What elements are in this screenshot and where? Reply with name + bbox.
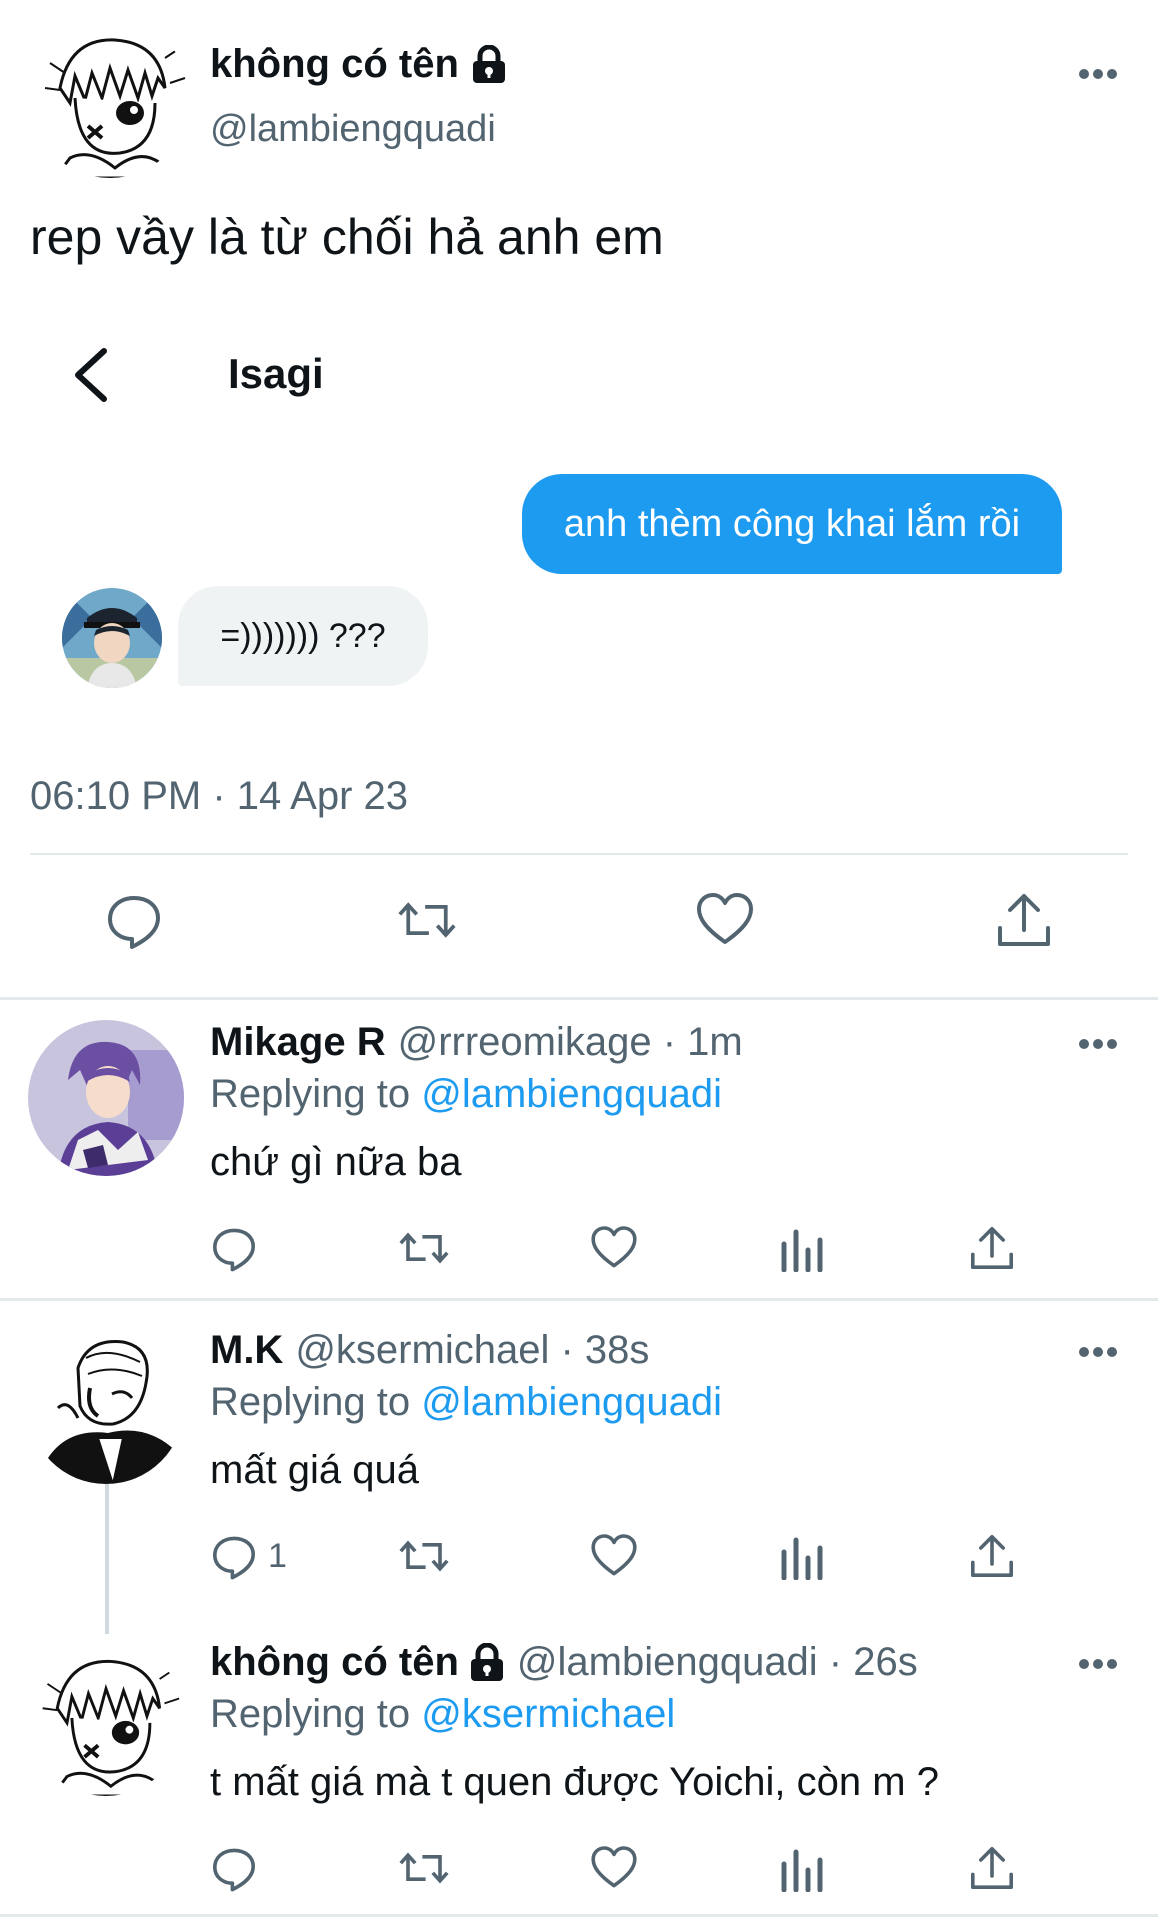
reply-header: không có tên @lambiengquadi · 26s: [210, 1640, 918, 1685]
share-icon[interactable]: [968, 1220, 1016, 1276]
reply-display-name[interactable]: không có tên: [210, 1640, 459, 1685]
replying-mention[interactable]: @lambiengquadi: [421, 1380, 722, 1424]
reply-text: chứ gì nữa ba: [210, 1140, 462, 1184]
like-icon[interactable]: [695, 890, 755, 950]
retweet-icon[interactable]: [398, 1840, 450, 1896]
share-icon[interactable]: [994, 890, 1054, 950]
dm-title: Isagi: [228, 350, 324, 397]
reply-handle-time[interactable]: @ksermichael · 38s: [295, 1328, 649, 1373]
reply-handle-time[interactable]: @lambiengquadi · 26s: [517, 1640, 918, 1685]
retweet-icon[interactable]: [398, 1220, 450, 1276]
more-icon[interactable]: [1078, 68, 1118, 80]
main-tweet: không có tên @lambiengquadi rep vầy là t…: [0, 0, 1158, 997]
author-name-row[interactable]: không có tên: [210, 42, 507, 87]
reply-handle-time[interactable]: @rrreomikage · 1m: [398, 1020, 743, 1065]
dm-incoming-bubble: =))))))) ???: [178, 586, 428, 686]
replying-to: Replying to @lambiengquadi: [210, 1380, 722, 1425]
replying-label: Replying to: [210, 1072, 411, 1116]
reply-tweet[interactable]: Mikage R @rrreomikage · 1m Replying to @…: [0, 1000, 1158, 1298]
divider: [0, 1298, 1158, 1301]
more-icon[interactable]: [1078, 1038, 1118, 1050]
reply-header: M.K @ksermichael · 38s: [210, 1328, 649, 1373]
dm-avatar: [62, 588, 162, 688]
tweet-text: rep vầy là từ chối hả anh em: [30, 209, 664, 265]
lock-icon: [471, 44, 507, 85]
avatar[interactable]: [28, 1020, 184, 1176]
divider: [0, 1914, 1158, 1917]
author-handle[interactable]: @lambiengquadi: [210, 108, 496, 151]
reply-icon[interactable]: [210, 1840, 268, 1896]
replying-label: Replying to: [210, 1380, 411, 1424]
reply-display-name-row[interactable]: không có tên: [210, 1640, 505, 1685]
tweet-timestamp[interactable]: 06:10 PM · 14 Apr 23: [30, 774, 408, 819]
reply-action-bar: [0, 1220, 1158, 1280]
reply-icon[interactable]: [210, 1220, 268, 1276]
reply-header: Mikage R @rrreomikage · 1m: [210, 1020, 743, 1065]
tweet-action-bar: [0, 890, 1158, 960]
avatar[interactable]: [28, 1640, 184, 1796]
tweet-detail-page: không có tên @lambiengquadi rep vầy là t…: [0, 0, 1158, 1920]
replying-to: Replying to @ksermichael: [210, 1692, 675, 1737]
share-icon[interactable]: [968, 1840, 1016, 1896]
replying-mention[interactable]: @ksermichael: [421, 1692, 675, 1736]
reply-display-name[interactable]: M.K: [210, 1328, 283, 1373]
avatar[interactable]: [30, 18, 190, 178]
replying-to: Replying to @lambiengquadi: [210, 1072, 722, 1117]
reply-action-bar: [0, 1840, 1158, 1900]
avatar[interactable]: [28, 1328, 184, 1484]
more-icon[interactable]: [1078, 1658, 1118, 1670]
reply-tweet[interactable]: M.K @ksermichael · 38s Replying to @lamb…: [0, 1308, 1158, 1634]
lock-icon: [469, 1642, 505, 1683]
reply-text: mất giá quá: [210, 1448, 420, 1492]
more-icon[interactable]: [1078, 1346, 1118, 1358]
replying-mention[interactable]: @lambiengquadi: [421, 1072, 722, 1116]
replying-label: Replying to: [210, 1692, 411, 1736]
reply-display-name[interactable]: Mikage R: [210, 1020, 386, 1065]
retweet-icon[interactable]: [397, 890, 457, 950]
like-icon[interactable]: [590, 1220, 638, 1276]
reply-icon[interactable]: [104, 890, 164, 950]
analytics-icon[interactable]: [780, 1840, 824, 1896]
like-icon[interactable]: [590, 1840, 638, 1896]
reply-count: 1: [268, 1536, 287, 1575]
reply-action-bar: 1: [0, 1528, 1158, 1588]
analytics-icon[interactable]: [780, 1528, 824, 1584]
author-display-name[interactable]: không có tên: [210, 42, 459, 87]
divider: [30, 853, 1128, 855]
back-arrow-icon: [70, 345, 110, 405]
reply-text: t mất giá mà t quen được Yoichi, còn m ?: [210, 1760, 939, 1804]
share-icon[interactable]: [968, 1528, 1016, 1584]
reply-icon[interactable]: 1: [210, 1528, 287, 1584]
reply-tweet[interactable]: không có tên @lambiengquadi · 26s Replyi…: [0, 1620, 1158, 1920]
dm-outgoing-bubble: anh thèm công khai lắm rồi: [522, 474, 1062, 574]
analytics-icon[interactable]: [780, 1220, 824, 1276]
retweet-icon[interactable]: [398, 1528, 450, 1584]
like-icon[interactable]: [590, 1528, 638, 1584]
